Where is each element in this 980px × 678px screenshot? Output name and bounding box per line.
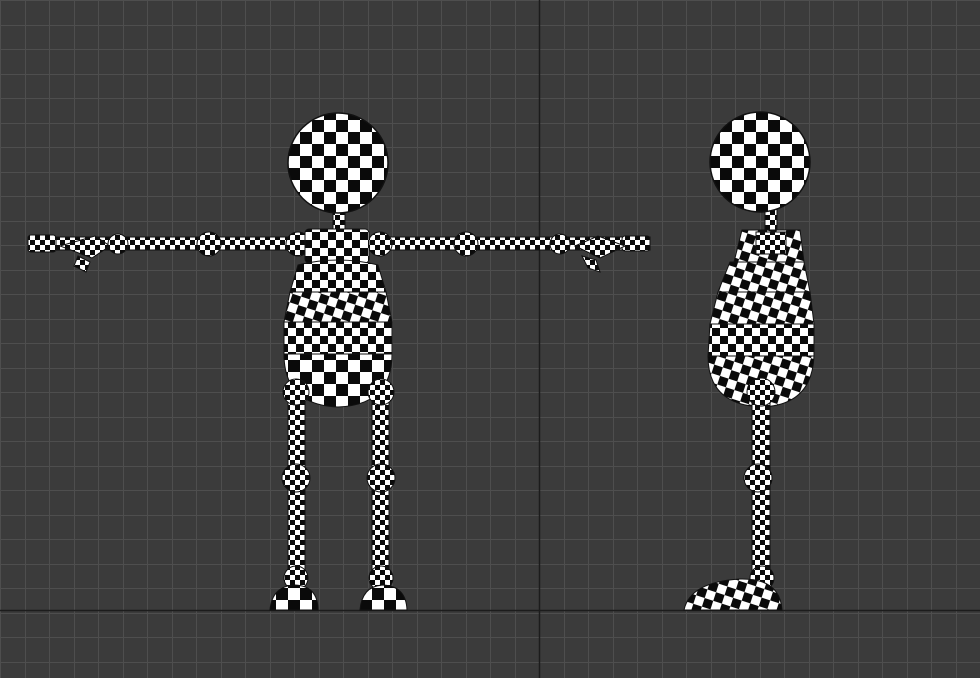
side-head (709, 111, 811, 213)
3d-viewport[interactable] (0, 0, 980, 678)
head (287, 112, 389, 214)
viewport-canvas[interactable] (0, 0, 980, 678)
viewport-grid (0, 0, 980, 678)
